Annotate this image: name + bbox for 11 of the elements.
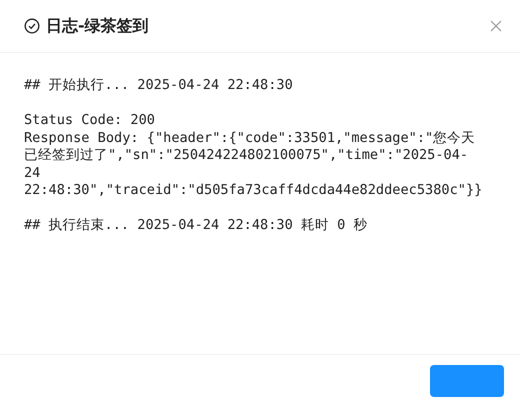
primary-button[interactable] — [430, 364, 504, 396]
check-circle-icon — [24, 18, 40, 34]
log-line: Response Body: {"header":{"code":33501,"message":"您今天 — [24, 130, 476, 147]
dialog-title: 日志-绿茶签到 — [46, 16, 150, 36]
log-line: 24 — [24, 164, 42, 182]
log-line: ## 开始执行... 2025-04-24 22:48:30 — [24, 77, 294, 94]
log-line: Status Code: 200 — [24, 112, 156, 130]
log-line: 已经签到过了","sn":"250424224802100075","time":"2025-04- — [24, 147, 470, 164]
log-line: ## 执行结束... 2025-04-24 22:48:30 耗时 0 秒 — [24, 217, 369, 234]
close-icon[interactable] — [488, 18, 504, 34]
log-line: 22:48:30","traceid":"d505fa73caff4dcda44e82ddeec5380c"}} — [24, 182, 484, 200]
